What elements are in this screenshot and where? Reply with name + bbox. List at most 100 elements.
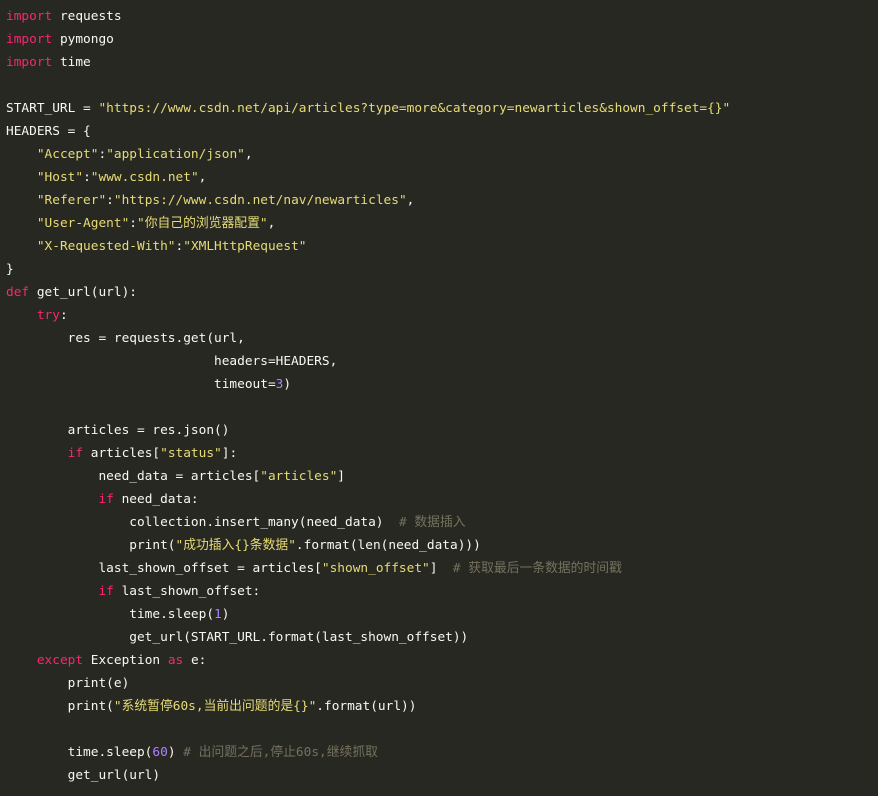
code-token: e: xyxy=(183,653,207,668)
code-token: ) xyxy=(221,607,230,622)
code-line: "Referer":"https://www.csdn.net/nav/newa… xyxy=(6,189,878,212)
code-line: res = requests.get(url, xyxy=(6,327,878,350)
code-token: "成功插入{}条数据" xyxy=(175,538,296,553)
code-line: import pymongo xyxy=(6,28,878,51)
code-token: try xyxy=(36,308,60,323)
code-line: time.sleep(60) # 出问题之后,停止60s,继续抓取 xyxy=(6,741,878,764)
code-token: "你自己的浏览器配置" xyxy=(137,216,268,231)
code-token: , xyxy=(267,216,276,231)
code-line: headers=HEADERS, xyxy=(6,350,878,373)
code-token: "shown_offset" xyxy=(321,561,430,576)
code-token: as xyxy=(167,653,184,668)
code-line: try: xyxy=(6,304,878,327)
code-token: print( xyxy=(6,699,114,714)
code-line: need_data = articles["articles"] xyxy=(6,465,878,488)
code-token: HEADERS = { xyxy=(6,124,91,139)
code-line: "Host":"www.csdn.net", xyxy=(6,166,878,189)
code-token: if xyxy=(67,446,84,461)
code-line: print("系统暂停60s,当前出问题的是{}".format(url)) xyxy=(6,695,878,718)
code-line: timeout=3) xyxy=(6,373,878,396)
code-token: time.sleep( xyxy=(6,745,153,760)
code-token: last_shown_offset: xyxy=(113,584,261,599)
code-line: last_shown_offset = articles["shown_offs… xyxy=(6,557,878,580)
code-token: } xyxy=(6,262,14,277)
code-token: "status" xyxy=(160,446,222,461)
code-line: time.sleep(1) xyxy=(6,603,878,626)
code-line: import requests xyxy=(6,5,878,28)
code-line: "Accept":"application/json", xyxy=(6,143,878,166)
code-token: "Referer" xyxy=(36,193,107,208)
code-token: , xyxy=(244,147,253,162)
code-token: get_url(url) xyxy=(6,768,161,783)
code-line: } xyxy=(6,258,878,281)
code-token: ] xyxy=(337,469,346,484)
code-token: print(e) xyxy=(6,676,130,691)
code-line: print(e) xyxy=(6,672,878,695)
code-token: "Accept" xyxy=(36,147,99,162)
code-token: "articles" xyxy=(260,469,338,484)
code-line: articles = res.json() xyxy=(6,419,878,442)
code-line: collection.insert_many(need_data) # 数据插入 xyxy=(6,511,878,534)
code-token: START_URL = xyxy=(6,101,99,116)
code-token: "X-Requested-With" xyxy=(36,239,176,254)
code-line: "User-Agent":"你自己的浏览器配置", xyxy=(6,212,878,235)
code-token: time.sleep( xyxy=(6,607,215,622)
code-token: : xyxy=(106,193,114,208)
code-line: HEADERS = { xyxy=(6,120,878,143)
code-token: ) xyxy=(167,745,184,760)
code-line: if articles["status"]: xyxy=(6,442,878,465)
code-line: get_url(url) xyxy=(6,764,878,787)
code-token: timeout= xyxy=(6,377,276,392)
code-token: "https://www.csdn.net/api/articles?type=… xyxy=(98,101,731,116)
code-token: , xyxy=(406,193,415,208)
code-token: "Host" xyxy=(36,170,84,185)
code-token: # 出问题之后,停止60s,继续抓取 xyxy=(183,745,378,760)
code-token: collection.insert_many(need_data) xyxy=(6,515,399,530)
code-block: import requests import pymongo import time… xyxy=(0,0,878,796)
code-token: "User-Agent" xyxy=(36,216,130,231)
code-line: get_url(START_URL.format(last_shown_offs… xyxy=(6,626,878,649)
code-token: last_shown_offset = articles[ xyxy=(6,561,322,576)
code-token: time xyxy=(52,55,91,70)
code-token: if xyxy=(98,584,114,599)
code-token: get_url(START_URL.format(last_shown_offs… xyxy=(6,630,469,645)
code-token: .format(url)) xyxy=(316,699,417,714)
code-line: except Exception as e: xyxy=(6,649,878,672)
code-token: def xyxy=(6,285,30,300)
code-token: ]: xyxy=(221,446,238,461)
code-token: 60 xyxy=(152,745,168,760)
code-token: : xyxy=(129,216,137,231)
code-token: get_url(url): xyxy=(29,285,137,300)
code-token: print( xyxy=(6,538,176,553)
code-token: "www.csdn.net" xyxy=(90,170,199,185)
code-token: if xyxy=(98,492,114,507)
code-line: import time xyxy=(6,51,878,74)
code-token: "https://www.csdn.net/nav/newarticles" xyxy=(113,193,407,208)
code-token: .format(len(need_data))) xyxy=(295,538,481,553)
code-token: : xyxy=(83,170,91,185)
code-token: articles = res.json() xyxy=(6,423,230,438)
code-token: # 获取最后一条数据的时间戳 xyxy=(452,561,622,576)
code-line: if need_data: xyxy=(6,488,878,511)
code-token: res = requests.get(url, xyxy=(6,331,245,346)
code-token: import xyxy=(6,55,53,70)
code-token: 1 xyxy=(214,607,222,622)
code-token: Exception xyxy=(83,653,168,668)
code-token: : xyxy=(59,308,68,323)
code-line: if last_shown_offset: xyxy=(6,580,878,603)
code-token: except xyxy=(36,653,84,668)
code-token: "系统暂停60s,当前出问题的是{}" xyxy=(113,699,317,714)
code-token: , xyxy=(198,170,207,185)
code-token: pymongo xyxy=(52,32,114,47)
code-token: # 数据插入 xyxy=(398,515,466,530)
